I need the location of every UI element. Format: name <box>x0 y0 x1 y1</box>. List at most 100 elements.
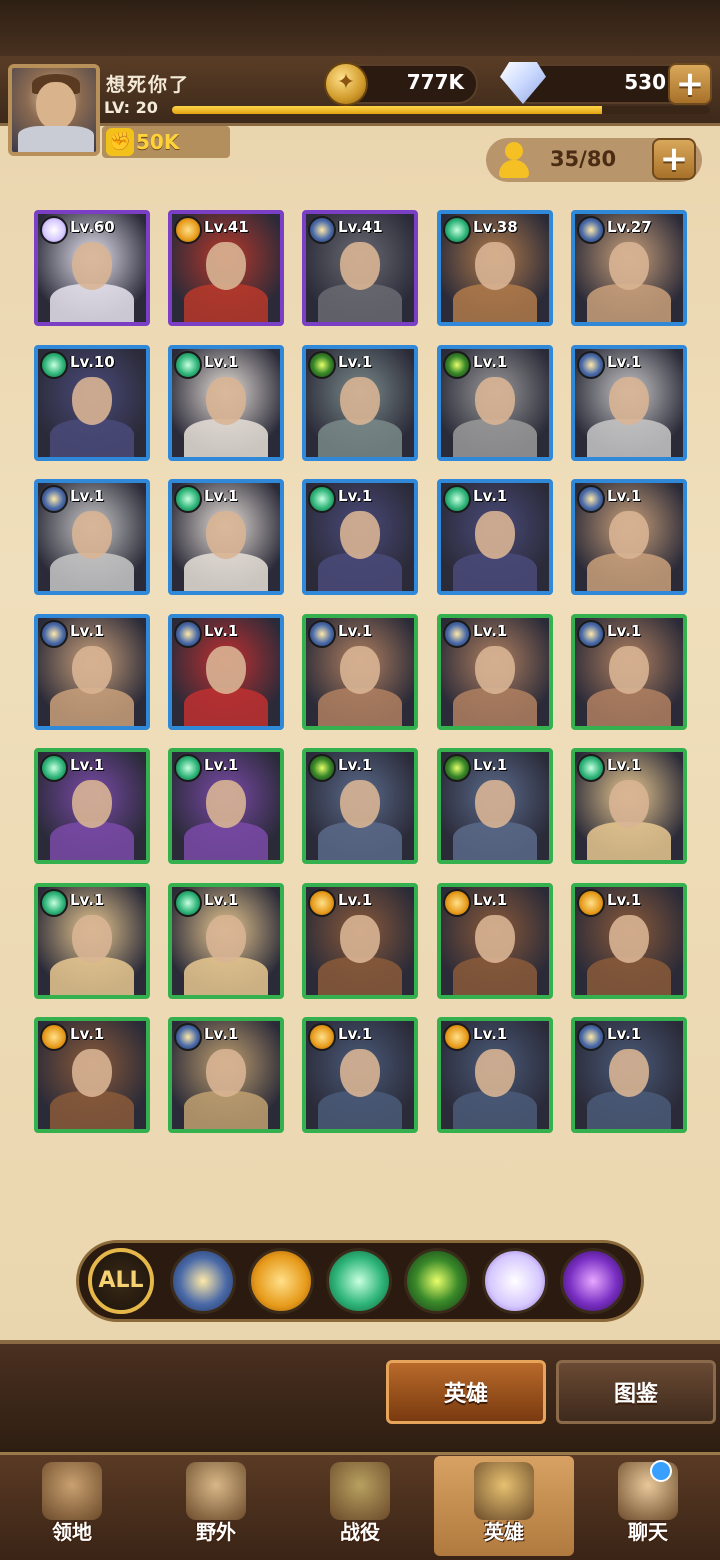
hero-face <box>475 780 515 828</box>
hero-card[interactable]: Lv.1 <box>571 614 687 730</box>
hero-card[interactable]: Lv.10 <box>34 345 150 461</box>
hero-level: Lv.1 <box>338 756 373 774</box>
hero-level: Lv.1 <box>607 622 642 640</box>
leaf-icon <box>308 485 336 513</box>
leaf-icon <box>443 485 471 513</box>
helmet-icon <box>474 1462 534 1520</box>
hero-card[interactable]: Lv.1 <box>571 883 687 999</box>
eye-icon <box>308 754 336 782</box>
castle-icon <box>42 1462 102 1520</box>
gold-coin-icon <box>324 62 368 106</box>
hero-card[interactable]: Lv.1 <box>168 614 284 730</box>
hero-card[interactable]: Lv.1 <box>168 1017 284 1133</box>
hero-card[interactable]: Lv.1 <box>168 748 284 864</box>
star-icon <box>308 216 336 244</box>
light-icon <box>40 216 68 244</box>
hero-card[interactable]: Lv.1 <box>437 614 553 730</box>
hero-level: Lv.38 <box>473 218 518 236</box>
map-scroll-icon <box>186 1462 246 1520</box>
hero-card[interactable]: Lv.38 <box>437 210 553 326</box>
filter-dark-icon[interactable] <box>560 1248 626 1314</box>
hero-face <box>206 1049 246 1097</box>
hero-card[interactable]: Lv.60 <box>34 210 150 326</box>
leaf-icon <box>40 754 68 782</box>
nav-label: 野外 <box>196 1520 236 1544</box>
hero-card[interactable]: Lv.1 <box>437 883 553 999</box>
nav-sword-shield[interactable]: 战役 <box>290 1456 430 1556</box>
hero-level: Lv.1 <box>473 622 508 640</box>
hero-face <box>475 242 515 290</box>
hero-body <box>453 688 537 726</box>
player-avatar[interactable] <box>8 64 100 156</box>
hero-card[interactable]: Lv.1 <box>571 479 687 595</box>
tab-codex[interactable]: 图鉴 <box>556 1360 716 1424</box>
nav-label: 战役 <box>340 1520 380 1544</box>
nav-helmet[interactable]: 英雄 <box>434 1456 574 1556</box>
hero-body <box>587 688 671 726</box>
top-strip <box>0 0 720 62</box>
hero-body <box>453 419 537 457</box>
hero-card[interactable]: Lv.1 <box>34 748 150 864</box>
hero-card[interactable]: Lv.1 <box>302 748 418 864</box>
hero-card[interactable]: Lv.1 <box>302 883 418 999</box>
hero-body <box>587 1091 671 1129</box>
hero-card[interactable]: Lv.1 <box>571 1017 687 1133</box>
star-icon <box>577 1023 605 1051</box>
notification-dot <box>650 1460 672 1482</box>
hero-card[interactable]: Lv.1 <box>34 614 150 730</box>
hero-card[interactable]: Lv.1 <box>437 1017 553 1133</box>
hero-card[interactable]: Lv.27 <box>571 210 687 326</box>
expand-roster-button[interactable]: + <box>652 138 696 180</box>
hero-face <box>72 780 112 828</box>
hero-face <box>340 377 380 425</box>
hero-card[interactable]: Lv.1 <box>168 479 284 595</box>
hero-level: Lv.1 <box>204 353 239 371</box>
filter-fire-icon[interactable] <box>248 1248 314 1314</box>
hero-card[interactable]: Lv.1 <box>302 479 418 595</box>
hero-card[interactable]: Lv.1 <box>302 345 418 461</box>
nav-map-scroll[interactable]: 野外 <box>146 1456 286 1556</box>
star-icon <box>443 620 471 648</box>
nav-castle[interactable]: 领地 <box>2 1456 142 1556</box>
filter-leaf-icon[interactable] <box>326 1248 392 1314</box>
hero-card[interactable]: Lv.41 <box>168 210 284 326</box>
hero-face <box>475 646 515 694</box>
filter-all-button[interactable]: ALL <box>88 1248 154 1314</box>
hero-face <box>72 242 112 290</box>
nav-chat[interactable]: 聊天 <box>578 1456 718 1556</box>
add-gems-button[interactable]: + <box>668 63 712 105</box>
person-icon <box>496 140 532 180</box>
hero-card[interactable]: Lv.1 <box>302 614 418 730</box>
eye-icon <box>443 754 471 782</box>
filter-star-icon[interactable] <box>170 1248 236 1314</box>
hero-card[interactable]: Lv.1 <box>437 345 553 461</box>
hero-card[interactable]: Lv.41 <box>302 210 418 326</box>
hero-body <box>587 822 671 860</box>
hero-card[interactable]: Lv.1 <box>34 1017 150 1133</box>
hero-card[interactable]: Lv.1 <box>34 479 150 595</box>
hero-level: Lv.41 <box>204 218 249 236</box>
hero-card[interactable]: Lv.1 <box>34 883 150 999</box>
hero-level: Lv.1 <box>607 353 642 371</box>
hero-card[interactable]: Lv.1 <box>571 345 687 461</box>
star-icon <box>577 351 605 379</box>
hero-card[interactable]: Lv.1 <box>437 748 553 864</box>
filter-light-icon[interactable] <box>482 1248 548 1314</box>
hero-face <box>340 1049 380 1097</box>
hero-body <box>50 553 134 591</box>
hero-face <box>609 780 649 828</box>
nav-label: 英雄 <box>484 1520 524 1544</box>
hero-card[interactable]: Lv.1 <box>302 1017 418 1133</box>
filter-eye-icon[interactable] <box>404 1248 470 1314</box>
hero-face <box>475 915 515 963</box>
hero-card[interactable]: Lv.1 <box>437 479 553 595</box>
hero-card[interactable]: Lv.1 <box>571 748 687 864</box>
hero-level: Lv.1 <box>607 756 642 774</box>
hero-level: Lv.60 <box>70 218 115 236</box>
hero-card[interactable]: Lv.1 <box>168 883 284 999</box>
star-icon <box>40 485 68 513</box>
hero-level: Lv.1 <box>607 487 642 505</box>
tab-heroes[interactable]: 英雄 <box>386 1360 546 1424</box>
hero-level: Lv.1 <box>338 353 373 371</box>
hero-card[interactable]: Lv.1 <box>168 345 284 461</box>
